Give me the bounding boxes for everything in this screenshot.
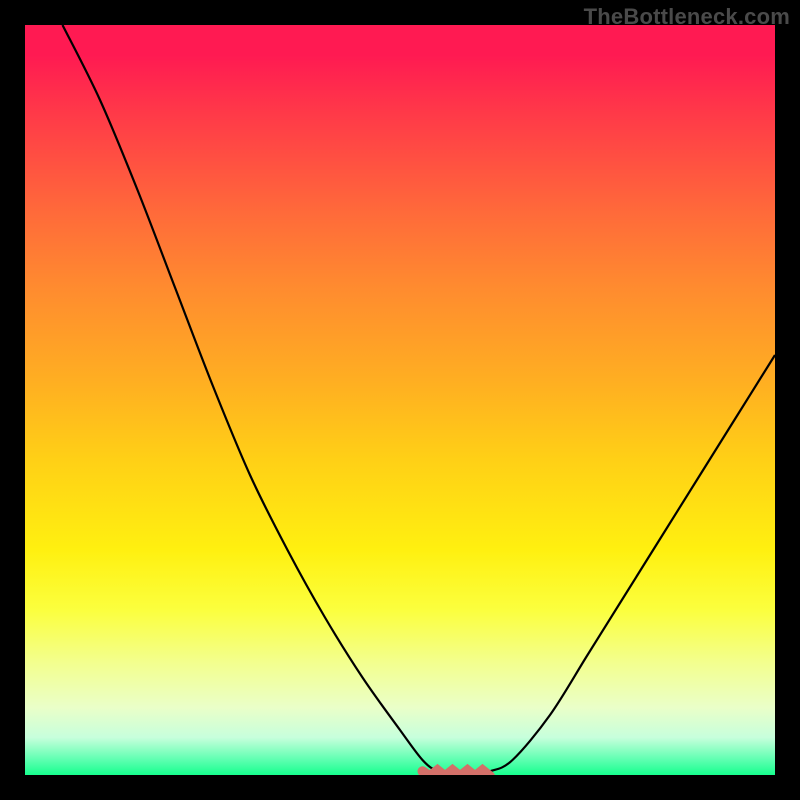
- watermark-text: TheBottleneck.com: [584, 4, 790, 30]
- chart-frame: TheBottleneck.com: [0, 0, 800, 800]
- bottleneck-curve: [63, 25, 776, 773]
- valley-marker: [423, 770, 491, 775]
- plot-area: [25, 25, 775, 775]
- curve-layer: [25, 25, 775, 775]
